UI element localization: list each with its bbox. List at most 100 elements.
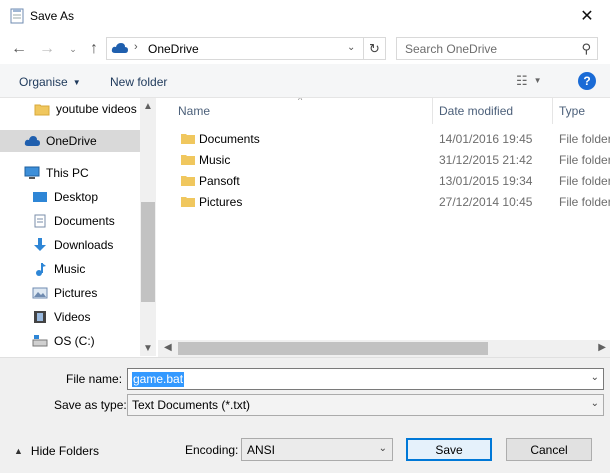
sidebar-item-pictures[interactable]: Pictures <box>0 282 140 304</box>
close-button[interactable]: ✕ <box>564 0 610 32</box>
sidebar-item-label: youtube videos <box>56 102 137 116</box>
sidebar-item-label: Downloads <box>54 238 114 252</box>
document-icon <box>10 8 24 24</box>
encoding-label: Encoding: <box>185 443 239 457</box>
title-bar: Save As ✕ <box>0 0 610 32</box>
arrow-up-icon: ↑ <box>90 40 98 57</box>
chevron-left-icon[interactable]: ◀ <box>164 342 172 353</box>
view-menu[interactable]: ☷ ▼ <box>516 73 542 89</box>
caret-down-icon: ▼ <box>72 78 81 87</box>
chevron-down-icon[interactable]: ⌄ <box>591 372 599 383</box>
drive-icon <box>32 335 48 347</box>
chevron-down-icon[interactable]: ⌄ <box>347 42 355 53</box>
download-icon <box>34 238 46 251</box>
save-type-value: Text Documents (*.txt) <box>132 398 251 412</box>
forward-button[interactable]: → <box>36 38 58 60</box>
sidebar-item-os-c[interactable]: OS (C:) <box>0 330 140 352</box>
save-options-panel: File name: game.bat ⌄ Save as type: Text… <box>0 357 610 473</box>
save-type-select[interactable]: Text Documents (*.txt) ⌄ <box>127 394 604 416</box>
organise-label: Organise <box>19 75 68 89</box>
sidebar-item-youtube-videos[interactable]: youtube videos <box>0 98 140 120</box>
sidebar-item-desktop[interactable]: Desktop <box>0 186 140 208</box>
chevron-right-icon[interactable]: ▶ <box>598 342 606 353</box>
file-row[interactable]: Documents 14/01/2016 19:45 File folder <box>165 129 610 150</box>
music-icon <box>36 263 46 276</box>
folder-icon <box>181 155 195 165</box>
chevron-down-icon[interactable]: ▼ <box>143 343 153 354</box>
sidebar-item-music[interactable]: Music <box>0 258 140 280</box>
file-type: File folder <box>559 195 610 209</box>
file-date: 14/01/2016 19:45 <box>439 132 533 146</box>
desktop-icon <box>33 192 47 202</box>
organise-menu[interactable]: Organise ▼ <box>19 75 81 89</box>
window-title: Save As <box>30 9 75 23</box>
sidebar-item-videos[interactable]: Videos <box>0 306 140 328</box>
scrollbar-thumb[interactable] <box>178 342 488 355</box>
file-list: ^ Name Date modified Type Documents 14/0… <box>165 98 610 340</box>
hide-folders-button[interactable]: ▲ Hide Folders <box>14 444 99 458</box>
file-list-horizontal-scrollbar[interactable]: ◀ ▶ <box>158 340 610 357</box>
cloud-icon <box>111 43 128 53</box>
sidebar-item-downloads[interactable]: Downloads <box>0 234 140 256</box>
sidebar-item-label: This PC <box>46 166 89 180</box>
address-bar[interactable]: › OneDrive ⌄ ↻ <box>106 37 386 60</box>
column-header-type[interactable]: Type <box>559 98 585 124</box>
sidebar-item-this-pc[interactable]: This PC <box>0 162 140 184</box>
arrow-right-icon: → <box>39 40 55 57</box>
breadcrumb-chevron-icon: › <box>134 41 138 53</box>
file-type: File folder <box>559 153 610 167</box>
close-icon: ✕ <box>580 8 594 25</box>
folder-icon <box>34 104 50 116</box>
save-button[interactable]: Save <box>406 438 492 461</box>
column-divider[interactable] <box>432 98 433 124</box>
cancel-button[interactable]: Cancel <box>506 438 592 461</box>
file-date: 13/01/2015 19:34 <box>439 174 533 188</box>
file-name-label: File name: <box>66 372 123 386</box>
details-view-icon: ☷ <box>516 73 528 88</box>
sort-ascending-icon: ^ <box>298 98 303 105</box>
videos-icon <box>34 311 46 323</box>
file-row[interactable]: Music 31/12/2015 21:42 File folder <box>165 150 610 171</box>
file-date: 31/12/2015 21:42 <box>439 153 533 167</box>
search-icon: ⚲ <box>581 41 591 56</box>
file-type: File folder <box>559 132 610 146</box>
nav-scrollbar[interactable]: ▲ ▼ <box>140 98 156 356</box>
sidebar-item-label: Pictures <box>54 286 98 300</box>
up-button[interactable]: ↑ <box>83 38 105 60</box>
pictures-icon <box>32 287 48 299</box>
toolbar: Organise ▼ New folder ☷ ▼ ? <box>0 64 610 98</box>
search-box[interactable]: Search OneDrive ⚲ <box>396 37 598 60</box>
sidebar-item-label: Desktop <box>54 190 99 204</box>
sidebar-item-documents[interactable]: Documents <box>0 210 140 232</box>
scrollbar-thumb[interactable] <box>141 202 155 302</box>
new-folder-button[interactable]: New folder <box>110 75 167 89</box>
column-header-name[interactable]: Name <box>178 98 210 124</box>
file-name-value[interactable]: game.bat <box>132 372 185 387</box>
file-name: Music <box>199 153 231 167</box>
back-button[interactable]: ← <box>8 38 30 60</box>
navigation-pane: youtube videos OneDrive This PC Desktop … <box>0 98 156 356</box>
search-input[interactable]: Search OneDrive <box>405 42 497 56</box>
hide-folders-label: Hide Folders <box>30 444 99 458</box>
file-name-field[interactable]: game.bat ⌄ <box>127 368 604 390</box>
sidebar-item-label: OS (C:) <box>54 334 95 348</box>
help-button[interactable]: ? <box>578 72 596 90</box>
chevron-up-icon[interactable]: ▲ <box>143 101 153 112</box>
encoding-select[interactable]: ANSI ⌄ <box>241 438 393 461</box>
column-header-date[interactable]: Date modified <box>439 98 513 124</box>
file-name: Documents <box>199 132 260 146</box>
help-icon: ? <box>583 74 591 88</box>
file-row[interactable]: Pictures 27/12/2014 10:45 File folder <box>165 192 610 213</box>
encoding-value: ANSI <box>247 443 276 457</box>
recent-locations-button[interactable]: ⌄ <box>62 38 84 60</box>
file-date: 27/12/2014 10:45 <box>439 195 533 209</box>
file-row[interactable]: Pansoft 13/01/2015 19:34 File folder <box>165 171 610 192</box>
column-divider[interactable] <box>552 98 553 124</box>
sidebar-item-label: Documents <box>54 214 115 228</box>
sidebar-item-onedrive[interactable]: OneDrive <box>0 130 140 152</box>
address-location[interactable]: OneDrive <box>148 42 199 56</box>
file-name: Pictures <box>199 195 243 209</box>
refresh-icon: ↻ <box>369 40 380 56</box>
refresh-button[interactable]: ↻ <box>363 38 385 59</box>
sidebar-item-label: Music <box>54 262 86 276</box>
